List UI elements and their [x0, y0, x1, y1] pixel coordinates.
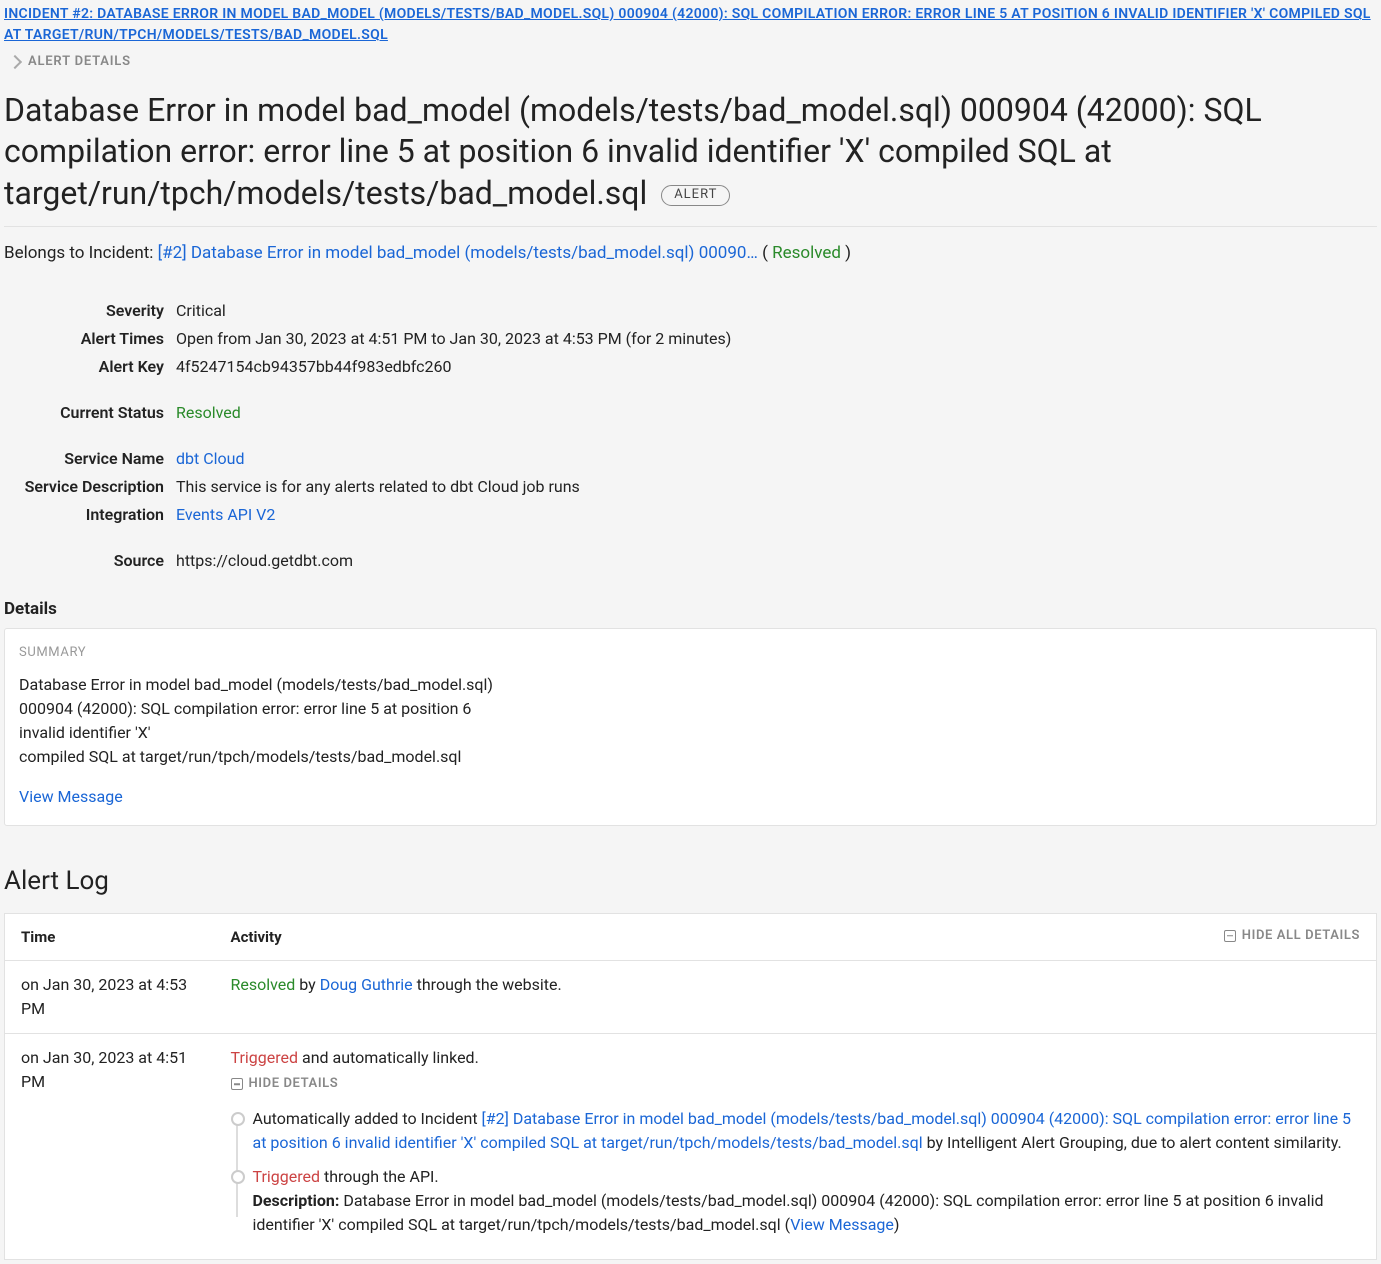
chevron-right-icon	[8, 55, 22, 69]
meta-alert-times-value: Open from Jan 30, 2023 at 4:51 PM to Jan…	[176, 327, 1377, 351]
linked-suffix: and automatically linked.	[298, 1048, 479, 1067]
log-activity: Resolved by Doug Guthrie through the web…	[215, 961, 1377, 1034]
meta-service-name-link[interactable]: dbt Cloud	[176, 449, 244, 468]
details-heading: Details	[4, 597, 1377, 623]
open-paren: (	[762, 243, 768, 263]
log-time: on Jan 30, 2023 at 4:51 PM	[5, 1034, 215, 1260]
belongs-to-incident: Belongs to Incident: [#2] Database Error…	[4, 241, 1377, 267]
meta-service-description-value: This service is for any alerts related t…	[176, 475, 1377, 499]
hide-details-button[interactable]: HIDE DETAILS	[231, 1074, 339, 1094]
log-col-time: Time	[5, 913, 215, 961]
meta-alert-key-value: 4f5247154cb94357bb44f983edbfc260	[176, 355, 1377, 379]
user-link[interactable]: Doug Guthrie	[320, 975, 413, 994]
page-title: Database Error in model bad_model (model…	[4, 90, 1377, 215]
breadcrumb-sub-label: ALERT DETAILS	[28, 52, 131, 72]
meta-alert-key-label: Alert Key	[4, 355, 164, 379]
log-row: on Jan 30, 2023 at 4:53 PM Resolved by D…	[5, 961, 1377, 1034]
alert-badge: ALERT	[661, 185, 730, 206]
alert-log-table: Time Activity HIDE ALL DETAILS on Jan 30…	[4, 913, 1377, 1260]
meta-source-value: https://cloud.getdbt.com	[176, 549, 1377, 573]
view-message-inline-link[interactable]: View Message	[790, 1215, 894, 1234]
meta-severity-label: Severity	[4, 299, 164, 323]
belongs-label: Belongs to Incident:	[4, 243, 153, 263]
log-time: on Jan 30, 2023 at 4:53 PM	[5, 961, 215, 1034]
meta-current-status-value: Resolved	[176, 401, 1377, 425]
meta-source-label: Source	[4, 549, 164, 573]
view-message-link[interactable]: View Message	[19, 787, 123, 806]
log-col-activity: Activity HIDE ALL DETAILS	[215, 913, 1377, 961]
meta-service-description-label: Service Description	[4, 475, 164, 499]
meta-severity-value: Critical	[176, 299, 1377, 323]
by-text: by	[295, 975, 319, 994]
timeline-suffix: by Intelligent Alert Grouping, due to al…	[923, 1133, 1342, 1152]
details-box: SUMMARY Database Error in model bad_mode…	[4, 628, 1377, 826]
meta-integration-label: Integration	[4, 503, 164, 527]
minus-icon	[231, 1078, 243, 1090]
hide-details-label: HIDE DETAILS	[249, 1074, 339, 1094]
breadcrumb-incident-link[interactable]: INCIDENT #2: DATABASE ERROR IN MODEL BAD…	[4, 4, 1377, 46]
meta-integration-link[interactable]: Events API V2	[176, 505, 275, 524]
minus-icon	[1224, 930, 1236, 942]
details-body: Database Error in model bad_model (model…	[19, 673, 1362, 769]
meta-grid: Severity Critical Alert Times Open from …	[4, 299, 1377, 573]
meta-current-status-label: Current Status	[4, 401, 164, 425]
page-title-text: Database Error in model bad_model (model…	[4, 91, 1262, 212]
belongs-status: Resolved	[772, 243, 841, 263]
description-label: Description:	[253, 1191, 340, 1210]
meta-service-name-label: Service Name	[4, 447, 164, 471]
status-resolved: Resolved	[231, 975, 296, 994]
alert-log-title: Alert Log	[4, 862, 1377, 901]
log-activity: Triggered and automatically linked. HIDE…	[215, 1034, 1377, 1260]
timeline-item: Triggered through the API. Description: …	[253, 1165, 1361, 1237]
status-triggered: Triggered	[231, 1048, 299, 1067]
close-paren: )	[845, 243, 851, 263]
close-paren: )	[894, 1215, 900, 1234]
activity-suffix: through the website.	[413, 975, 562, 994]
timeline-api-suffix: through the API.	[320, 1167, 439, 1186]
description-text: Database Error in model bad_model (model…	[253, 1191, 1324, 1234]
log-row: on Jan 30, 2023 at 4:51 PM Triggered and…	[5, 1034, 1377, 1260]
separator	[4, 226, 1377, 227]
belongs-incident-link[interactable]: [#2] Database Error in model bad_model (…	[158, 243, 758, 263]
hide-all-details-button[interactable]: HIDE ALL DETAILS	[1224, 926, 1360, 946]
timeline-prefix: Automatically added to Incident	[253, 1109, 482, 1128]
timeline-item: Automatically added to Incident [#2] Dat…	[253, 1107, 1361, 1155]
summary-label: SUMMARY	[19, 643, 1362, 663]
log-col-activity-label: Activity	[231, 928, 282, 946]
status-triggered: Triggered	[253, 1167, 321, 1186]
timeline: Automatically added to Incident [#2] Dat…	[231, 1107, 1361, 1237]
meta-alert-times-label: Alert Times	[4, 327, 164, 351]
hide-all-label: HIDE ALL DETAILS	[1242, 926, 1360, 946]
breadcrumb-sub: ALERT DETAILS	[4, 52, 1377, 72]
